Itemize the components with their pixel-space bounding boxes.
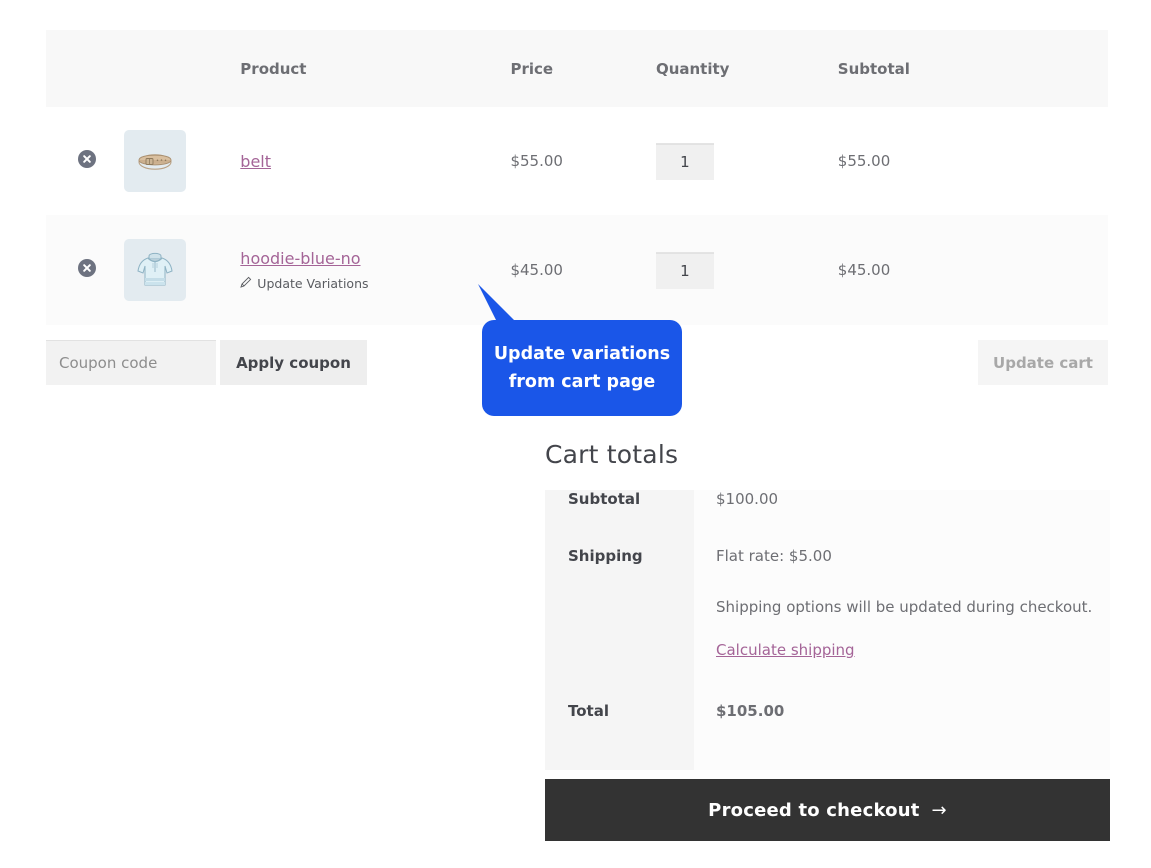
subtotal-value: $100.00: [694, 490, 1110, 547]
shipping-note: Shipping options will be updated during …: [716, 598, 1093, 616]
cart-table-container: Product Price Quantity Subtotal belt $55…: [46, 30, 1108, 325]
thumbnail-cell: [115, 215, 241, 325]
update-variations-button[interactable]: Update Variations: [240, 276, 510, 291]
product-price-cell: $55.00: [510, 107, 656, 215]
product-name-cell: belt: [240, 107, 511, 215]
table-row: belt $55.00 1 $55.00: [46, 107, 1108, 215]
apply-coupon-button[interactable]: Apply coupon: [220, 340, 367, 385]
product-name-cell: hoodie-blue-no Update Variations: [240, 215, 511, 325]
arrow-right-icon: →: [931, 799, 947, 821]
product-subtotal-cell: $55.00: [837, 107, 1108, 215]
column-header-price: Price: [510, 30, 656, 107]
callout-bubble: Update variations from cart page: [482, 320, 682, 416]
remove-cell: [46, 107, 116, 215]
shipping-rate: Flat rate: $5.00: [716, 547, 832, 565]
quantity-stepper[interactable]: 1: [655, 142, 714, 180]
column-header-quantity: Quantity: [655, 30, 838, 107]
thumbnail-cell: [115, 107, 241, 215]
coupon-code-input[interactable]: [46, 340, 216, 385]
column-header-remove: [46, 30, 116, 107]
subtotal-label: Subtotal: [545, 490, 694, 547]
product-quantity-cell: 1: [655, 215, 838, 325]
callout-line-1: Update variations: [493, 344, 671, 364]
cart-totals-section: Cart totals Subtotal $100.00 Shipping Fl…: [545, 440, 1110, 770]
shipping-label: Shipping: [545, 547, 694, 702]
column-header-thumbnail: [115, 30, 241, 107]
pencil-icon: [240, 276, 252, 291]
table-row: hoodie-blue-no Update Variations $45.00: [46, 215, 1108, 325]
totals-row-subtotal: Subtotal $100.00: [545, 490, 1110, 547]
cart-table: Product Price Quantity Subtotal belt $55…: [46, 30, 1108, 325]
product-link[interactable]: hoodie-blue-no: [240, 249, 360, 268]
update-variations-label: Update Variations: [257, 276, 369, 291]
product-price-cell: $45.00: [510, 215, 656, 325]
product-link[interactable]: belt: [240, 152, 271, 171]
shipping-cell: Flat rate: $5.00 Shipping options will b…: [694, 547, 1110, 702]
update-cart-button: Update cart: [978, 340, 1108, 385]
totals-row-total: Total $105.00: [545, 702, 1110, 770]
totals-row-shipping: Shipping Flat rate: $5.00 Shipping optio…: [545, 547, 1110, 702]
remove-circle-x-icon[interactable]: [78, 150, 96, 168]
calculate-shipping-link[interactable]: Calculate shipping: [716, 641, 855, 659]
quantity-value: 1: [680, 261, 690, 280]
quantity-value: 1: [680, 152, 690, 171]
remove-cell: [46, 215, 116, 325]
quantity-stepper[interactable]: 1: [655, 251, 714, 289]
product-subtotal-cell: $45.00: [837, 215, 1108, 325]
hoodie-product-thumbnail[interactable]: [123, 239, 186, 301]
checkout-label: Proceed to checkout: [708, 799, 920, 821]
callout-line-2: from cart page: [508, 372, 656, 392]
cart-totals-table: Subtotal $100.00 Shipping Flat rate: $5.…: [545, 490, 1110, 770]
page-title: Cart totals: [545, 440, 679, 469]
column-header-subtotal: Subtotal: [837, 30, 1108, 107]
column-header-product: Product: [240, 30, 511, 107]
cart-table-header-row: Product Price Quantity Subtotal: [46, 30, 1108, 107]
product-quantity-cell: 1: [655, 107, 838, 215]
total-value: $105.00: [694, 702, 1110, 770]
remove-circle-x-icon[interactable]: [78, 259, 96, 277]
total-label: Total: [545, 702, 694, 770]
belt-product-thumbnail[interactable]: [123, 130, 186, 192]
proceed-to-checkout-button[interactable]: Proceed to checkout →: [545, 779, 1110, 841]
